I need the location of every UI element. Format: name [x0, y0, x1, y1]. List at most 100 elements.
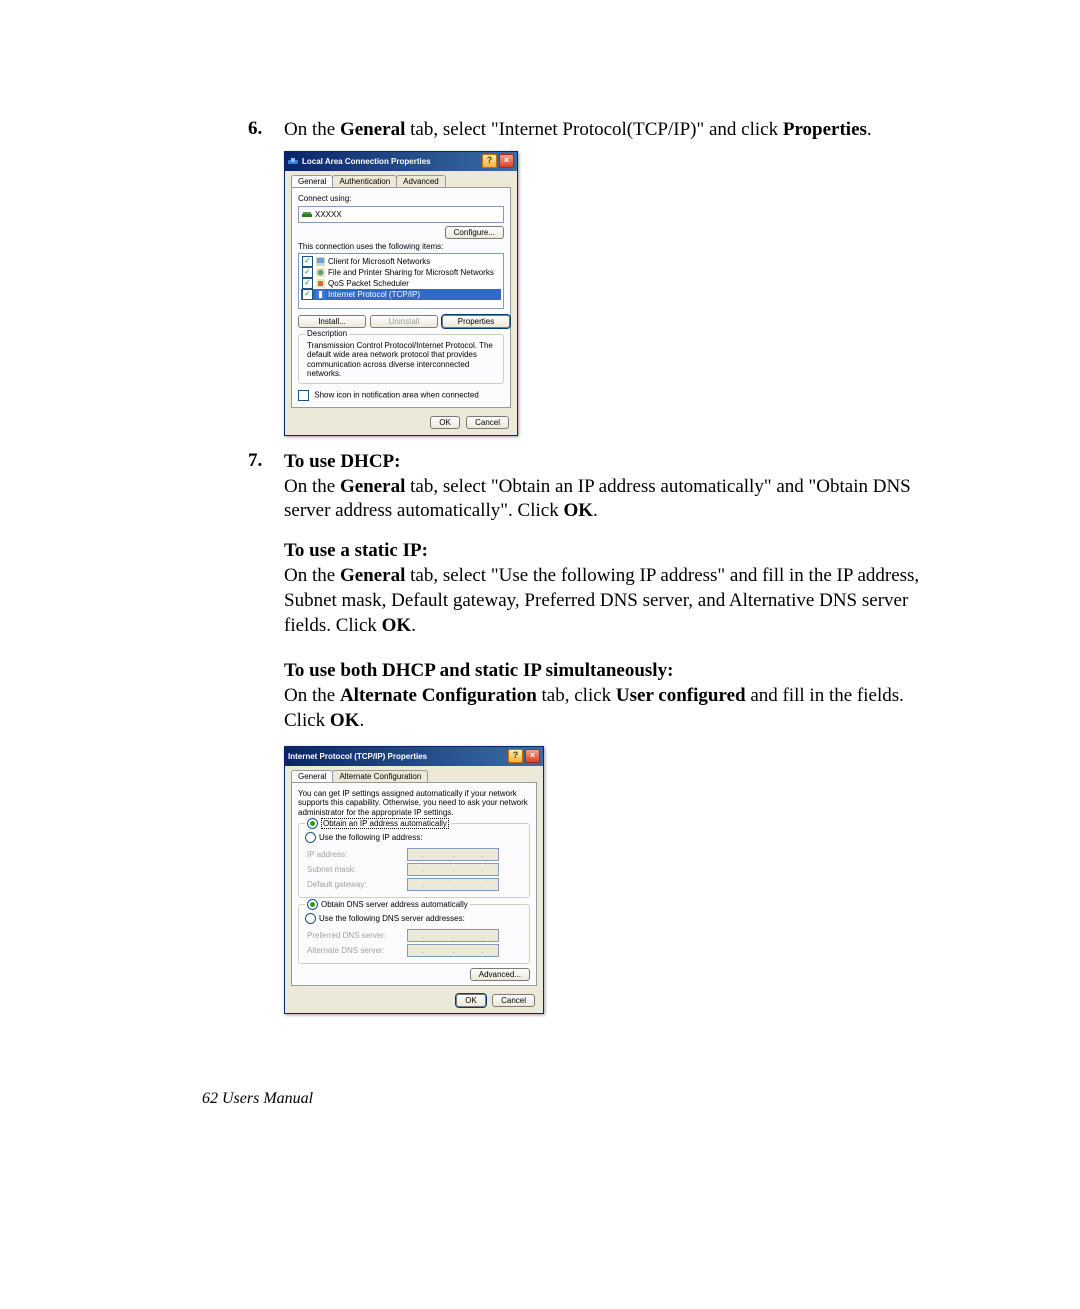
tabstrip: General Alternate Configuration [285, 766, 543, 782]
dns-group: Obtain DNS server address automatically … [298, 904, 530, 964]
adapter-field[interactable]: XXXXX [298, 206, 504, 223]
text-bold: OK [563, 500, 593, 521]
titlebar[interactable]: Local Area Connection Properties ? × [285, 152, 517, 171]
text: On the [284, 476, 340, 497]
text: On the [284, 565, 340, 586]
radio-label: Use the following DNS server addresses: [319, 914, 465, 923]
group-legend: Obtain an IP address automatically [305, 818, 451, 829]
field-label: IP address: [307, 850, 407, 859]
help-button[interactable]: ? [508, 749, 523, 763]
paragraph: On the General tab, select "Use the foll… [284, 564, 920, 638]
step-7: 7. To use DHCP: On the General tab, sele… [248, 450, 920, 524]
subnet-row: Subnet mask: ... [307, 863, 521, 876]
tab-general[interactable]: General [291, 175, 333, 187]
checkbox[interactable] [302, 256, 313, 267]
step-number: 7. [248, 450, 284, 524]
text: . [359, 710, 364, 731]
service-icon [316, 279, 325, 288]
field-label: Subnet mask: [307, 865, 407, 874]
radio-auto-ip[interactable] [307, 818, 318, 829]
text: On the [284, 119, 340, 140]
list-item-label: Internet Protocol (TCP/IP) [328, 290, 420, 299]
components-list[interactable]: Client for Microsoft Networks File and P… [298, 253, 504, 309]
field-label: Preferred DNS server: [307, 931, 407, 940]
text-bold: OK [382, 615, 412, 636]
nic-icon [288, 156, 298, 166]
subnet-mask-input: ... [407, 863, 499, 876]
description-text: Transmission Control Protocol/Internet P… [307, 341, 495, 379]
text: . [593, 500, 598, 521]
list-item[interactable]: File and Printer Sharing for Microsoft N… [301, 267, 501, 278]
nic-icon [302, 209, 312, 219]
pref-dns-row: Preferred DNS server: ... [307, 929, 521, 942]
step-text: On the General tab, select "Internet Pro… [284, 118, 872, 143]
radio-auto-dns[interactable] [307, 899, 318, 910]
text: tab, click [537, 685, 616, 706]
radio-static-ip[interactable] [305, 832, 316, 843]
tab-advanced[interactable]: Advanced [396, 175, 446, 187]
show-icon-label: Show icon in notification area when conn… [314, 391, 479, 400]
radio-static-dns[interactable] [305, 913, 316, 924]
ip-address-input: ... [407, 848, 499, 861]
list-item-label: Client for Microsoft Networks [328, 257, 430, 266]
dialog-title: Local Area Connection Properties [302, 157, 480, 166]
radio-label: Use the following IP address: [319, 833, 422, 842]
text: . [867, 119, 872, 140]
close-button[interactable]: × [525, 749, 540, 763]
group-legend: Description [305, 329, 349, 338]
text-bold: Properties [783, 119, 867, 140]
list-item[interactable]: Client for Microsoft Networks [301, 256, 501, 267]
page-footer: 62 Users Manual [202, 1090, 313, 1108]
ip-address-row: IP address: ... [307, 848, 521, 861]
close-button[interactable]: × [499, 154, 514, 168]
text-bold: Alternate Configuration [340, 685, 537, 706]
connect-using-label: Connect using: [298, 194, 504, 203]
subheading-both: To use both DHCP and static IP simultane… [284, 660, 920, 682]
list-item[interactable]: QoS Packet Scheduler [301, 278, 501, 289]
ok-button[interactable]: OK [430, 416, 460, 429]
list-item[interactable]: Internet Protocol (TCP/IP) [301, 289, 501, 300]
subheading: To use DHCP: [284, 451, 400, 472]
cancel-button[interactable]: Cancel [492, 994, 535, 1007]
adapter-name: XXXXX [315, 210, 342, 219]
checkbox-show-icon[interactable] [298, 390, 309, 401]
client-icon [316, 257, 325, 266]
properties-button[interactable]: Properties [442, 315, 510, 328]
tabstrip: General Authentication Advanced [285, 171, 517, 187]
field-label: Default gateway: [307, 880, 407, 889]
titlebar[interactable]: Internet Protocol (TCP/IP) Properties ? … [285, 747, 543, 766]
step-number: 6. [248, 118, 284, 143]
paragraph: On the Alternate Configuration tab, clic… [284, 684, 920, 733]
tab-panel: You can get IP settings assigned automat… [291, 782, 537, 987]
checkbox[interactable] [302, 278, 313, 289]
subheading-static-ip: To use a static IP: [284, 540, 920, 562]
tab-general[interactable]: General [291, 770, 333, 782]
install-button[interactable]: Install... [298, 315, 366, 328]
service-icon [316, 268, 325, 277]
checkbox[interactable] [302, 289, 313, 300]
text-bold: User configured [616, 685, 746, 706]
text-bold: General [340, 119, 405, 140]
alt-dns-row: Alternate DNS server: ... [307, 944, 521, 957]
radio-label: Obtain an IP address automatically [321, 818, 449, 829]
list-item-label: QoS Packet Scheduler [328, 279, 409, 288]
dialog-tcpip-properties: Internet Protocol (TCP/IP) Properties ? … [284, 746, 544, 1015]
gateway-row: Default gateway: ... [307, 878, 521, 891]
tab-authentication[interactable]: Authentication [332, 175, 397, 187]
cancel-button[interactable]: Cancel [466, 416, 509, 429]
ok-button[interactable]: OK [456, 994, 486, 1007]
pref-dns-input: ... [407, 929, 499, 942]
uses-label: This connection uses the following items… [298, 242, 504, 251]
text: . [411, 615, 416, 636]
ip-group: Obtain an IP address automatically Use t… [298, 823, 530, 898]
text-bold: OK [330, 710, 360, 731]
help-button[interactable]: ? [482, 154, 497, 168]
checkbox[interactable] [302, 267, 313, 278]
alt-dns-input: ... [407, 944, 499, 957]
dialog-lan-properties: Local Area Connection Properties ? × Gen… [284, 151, 518, 436]
tab-alternate-config[interactable]: Alternate Configuration [332, 770, 428, 782]
text-bold: General [340, 565, 405, 586]
advanced-button[interactable]: Advanced... [470, 968, 530, 981]
configure-button[interactable]: Configure... [445, 226, 504, 239]
text: tab, select "Internet Protocol(TCP/IP)" … [405, 119, 782, 140]
